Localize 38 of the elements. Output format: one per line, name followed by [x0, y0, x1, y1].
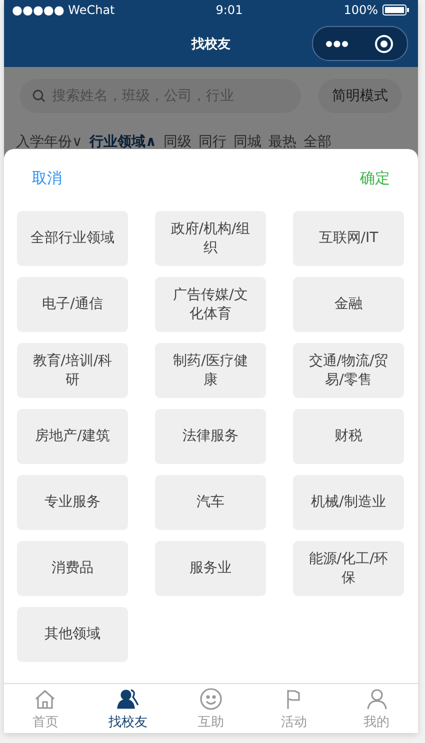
industry-option[interactable]: 财税	[293, 409, 404, 464]
search-icon	[32, 89, 46, 103]
industry-option[interactable]: 其他领域	[17, 607, 128, 662]
user-icon	[364, 686, 389, 710]
industry-option[interactable]: 能源/化工/环保	[293, 541, 404, 596]
battery-text: 100%	[344, 3, 378, 17]
filter-tab[interactable]: 行业领域∧	[89, 133, 157, 151]
filter-tab[interactable]: 入学年份∨	[16, 133, 82, 151]
industry-option[interactable]: 房地产/建筑	[17, 409, 128, 464]
industry-option[interactable]: 电子/通信	[17, 277, 128, 332]
industry-option[interactable]: 服务业	[155, 541, 266, 596]
smile-icon	[198, 686, 223, 710]
industry-option[interactable]: 消费品	[17, 541, 128, 596]
industry-option[interactable]: 全部行业领域	[17, 211, 128, 266]
industry-option[interactable]: 机械/制造业	[293, 475, 404, 530]
industry-option[interactable]: 专业服务	[17, 475, 128, 530]
filter-tab[interactable]: 同城	[234, 133, 262, 151]
page-title: 找校友	[192, 36, 230, 52]
industry-option[interactable]: 交通/物流/贸易/零售	[293, 343, 404, 398]
tab-bar-item[interactable]: 找校友	[86, 684, 170, 733]
industry-option[interactable]: 制药/医疗健康	[155, 343, 266, 398]
industry-option[interactable]: 互联网/IT	[293, 211, 404, 266]
filter-tab[interactable]: 同级	[164, 133, 192, 151]
industry-option[interactable]: 教育/培训/科研	[17, 343, 128, 398]
industry-option[interactable]: 汽车	[155, 475, 266, 530]
people-icon	[116, 686, 140, 710]
mode-button[interactable]: 简明模式	[318, 79, 402, 113]
battery-icon	[382, 4, 410, 16]
time-text: 9:01	[216, 3, 243, 17]
carrier-text: ●●●●● WeChat	[12, 3, 115, 17]
more-icon[interactable]	[326, 40, 348, 48]
industry-option[interactable]: 广告传媒/文化体育	[155, 277, 266, 332]
industry-option[interactable]: 政府/机构/组织	[155, 211, 266, 266]
filter-tab[interactable]: 全部	[304, 133, 332, 151]
industry-option[interactable]: 金融	[293, 277, 404, 332]
filter-tab[interactable]: 最热	[268, 133, 297, 151]
industry-option[interactable]: 法律服务	[155, 409, 266, 464]
filter-tab[interactable]: 同行	[198, 133, 227, 151]
